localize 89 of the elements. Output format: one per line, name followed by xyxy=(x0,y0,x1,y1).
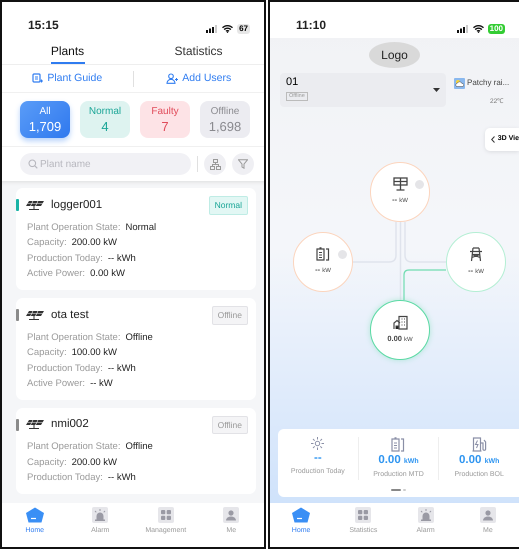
add-user-icon xyxy=(166,73,178,84)
document-icon xyxy=(32,73,44,84)
status-time: 15:15 xyxy=(28,17,59,34)
action-link[interactable]: Add Users xyxy=(134,70,264,86)
battery-indicator: 67 xyxy=(237,24,250,34)
status-tag: Normal xyxy=(208,196,248,215)
solar-panel-icon xyxy=(25,420,45,430)
status-tag: Offline xyxy=(212,416,248,434)
field-label: Capacity: xyxy=(27,456,67,468)
battery-icon xyxy=(391,436,406,452)
grid-icon xyxy=(355,507,372,523)
status-stripe xyxy=(16,309,19,322)
search-icon xyxy=(28,159,38,169)
field-label: Active Power: xyxy=(27,378,86,389)
siren-icon xyxy=(418,507,434,523)
weather-text: Patchy rai... xyxy=(467,77,510,89)
solar-panel-icon xyxy=(392,177,408,191)
field-label: Production Today: xyxy=(27,362,103,374)
wifi-icon xyxy=(472,25,484,33)
solar-panel-icon xyxy=(25,310,45,320)
chevron-icon xyxy=(490,136,495,143)
stat-value: -- xyxy=(314,450,322,466)
status-stripe xyxy=(16,199,19,212)
person-icon xyxy=(480,507,496,523)
page-indicator[interactable] xyxy=(391,489,401,491)
status-tag: Offline xyxy=(212,306,248,324)
field-value: Offline xyxy=(125,441,153,452)
action-link[interactable]: Plant Guide xyxy=(2,70,132,86)
signal-icon xyxy=(206,25,218,33)
wifi-icon xyxy=(222,25,234,33)
field-value: 0.00 kW xyxy=(90,268,125,280)
field-label: Production Today: xyxy=(27,472,103,484)
expand-icon[interactable] xyxy=(415,180,424,188)
filter-chip[interactable]: Offline 1,698 xyxy=(200,101,250,138)
field-value: Offline xyxy=(125,332,153,342)
filter-chip[interactable]: Faulty 7 xyxy=(140,101,190,138)
pylon-icon xyxy=(469,246,483,262)
person-icon xyxy=(223,507,240,523)
field-value: 200.00 kW xyxy=(72,237,118,248)
expand-icon[interactable] xyxy=(338,250,347,258)
field-value: -- kWh xyxy=(108,252,136,264)
filter-chip[interactable]: All 1,709 xyxy=(20,101,70,138)
signal-icon xyxy=(456,25,469,33)
plant-card[interactable]: ota test Offline Plant Operation State: Offline Capacity: 100.00 kW Production Today: -- kWh Active Power: -- kW xyxy=(16,298,256,400)
field-label: Plant Operation State: xyxy=(27,222,120,233)
sun-icon xyxy=(311,436,324,450)
field-value: 200.00 kW xyxy=(72,456,118,468)
status-time: 11:10 xyxy=(296,17,326,34)
plant-card[interactable]: logger001 Normal Plant Operation State: Normal Capacity: 200.00 kW Production Today: -- kWh Active Power: 0.00 kW xyxy=(16,188,256,290)
field-label: Capacity: xyxy=(27,347,67,358)
field-value: -- kWh xyxy=(108,362,136,374)
caret-icon xyxy=(433,88,440,92)
field-label: Capacity: xyxy=(27,237,67,248)
home-icon xyxy=(291,507,312,523)
page-indicator[interactable] xyxy=(403,489,406,491)
connector-line xyxy=(404,222,446,262)
filter-icon xyxy=(238,159,248,169)
plant-name: logger001 xyxy=(51,198,102,213)
flow-line xyxy=(403,268,446,300)
field-value: 100.00 kW xyxy=(72,347,118,358)
home-icon xyxy=(24,507,45,523)
hierarchy-icon xyxy=(210,158,220,170)
status-stripe xyxy=(16,418,19,431)
filter-button[interactable] xyxy=(232,153,254,175)
field-value: -- kW xyxy=(90,378,113,389)
filter-chip[interactable]: Normal 4 xyxy=(80,101,130,138)
grid-icon xyxy=(158,507,174,523)
field-label: Active Power: xyxy=(27,268,86,280)
logo: Logo xyxy=(369,42,420,68)
tab[interactable]: Statistics xyxy=(133,38,264,64)
solar-panel-icon xyxy=(25,200,45,210)
field-value: -- kWh xyxy=(108,472,136,484)
building-icon xyxy=(392,314,408,330)
siren-icon xyxy=(92,507,108,523)
plant-name: nmi002 xyxy=(51,417,89,432)
battery-indicator: 100 xyxy=(488,24,505,34)
charging-station-icon xyxy=(472,436,487,452)
tab[interactable]: Plants xyxy=(2,38,133,64)
plant-name: ota test xyxy=(51,308,89,322)
field-label: Plant Operation State: xyxy=(27,332,120,342)
connector-line xyxy=(353,222,397,262)
hierarchy-button[interactable] xyxy=(204,153,226,175)
field-label: Production Today: xyxy=(27,252,103,264)
battery-icon xyxy=(316,247,330,261)
plant-card[interactable]: nmi002 Offline Plant Operation State: Offline Capacity: 200.00 kW Production Today: -- kWh xyxy=(16,408,256,494)
search-field[interactable]: Plant name xyxy=(20,153,191,175)
weather-icon xyxy=(454,78,465,88)
field-label: Plant Operation State: xyxy=(27,441,120,452)
field-value: Normal xyxy=(125,222,156,233)
